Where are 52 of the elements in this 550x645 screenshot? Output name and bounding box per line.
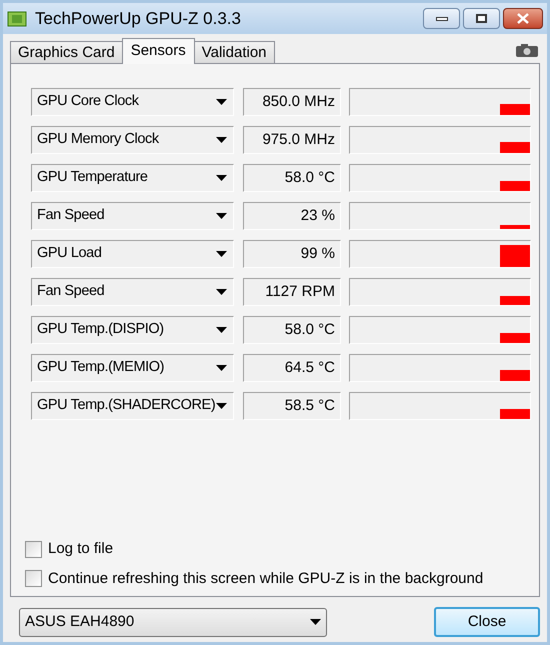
close-icon[interactable]	[503, 8, 543, 29]
window-title: TechPowerUp GPU-Z 0.3.3	[35, 8, 242, 30]
graph-bar	[500, 245, 530, 267]
sensor-reading: 1127 RPM	[243, 278, 341, 306]
sensor-dropdown[interactable]: GPU Core Clock	[31, 88, 234, 116]
sensor-reading: 99 %	[243, 240, 341, 268]
graph-bar	[500, 104, 530, 115]
caret-icon	[216, 175, 227, 181]
tab[interactable]: Validation	[194, 41, 275, 63]
caret-icon	[216, 403, 227, 409]
sensor-reading: 23 %	[243, 202, 341, 230]
graph-bar	[500, 333, 530, 343]
graph-bar	[500, 181, 530, 191]
sensor-dropdown[interactable]: Fan Speed	[31, 202, 234, 230]
caret-icon	[216, 137, 227, 143]
graph-bar	[500, 296, 530, 305]
sensor-dropdown[interactable]: GPU Temp.(DISPIO)	[31, 316, 234, 344]
checkbox[interactable]	[25, 570, 42, 588]
graph-bar	[500, 142, 530, 153]
sensor-dropdown[interactable]: GPU Load	[31, 240, 234, 268]
close-button[interactable]: Close	[434, 607, 540, 637]
checkbox-label: Log to file	[48, 539, 114, 559]
caret-icon	[216, 99, 227, 105]
minimize-button[interactable]	[423, 8, 460, 29]
tab[interactable]: Graphics Card	[10, 41, 123, 63]
chip-icon	[7, 10, 27, 26]
sensor-reading: 975.0 MHz	[243, 126, 341, 154]
graph-bar	[500, 370, 530, 381]
maximize-button[interactable]	[463, 8, 500, 29]
caret-icon	[216, 327, 227, 333]
caret-icon	[216, 213, 227, 219]
caret-icon	[216, 365, 227, 371]
tab[interactable]: Sensors	[122, 38, 195, 64]
sensor-reading: 58.5 °C	[243, 392, 341, 420]
sensor-reading: 850.0 MHz	[243, 88, 341, 116]
card-dropdown[interactable]: ASUS EAH4890	[19, 608, 327, 636]
sensor-dropdown[interactable]: GPU Temp.(MEMIO)	[31, 354, 234, 382]
checkbox-label: Continue refreshing this screen while GPU-Z is in the background	[48, 568, 484, 588]
graph-bar	[500, 225, 530, 229]
caret-icon	[216, 251, 227, 257]
sensor-dropdown[interactable]: GPU Memory Clock	[31, 126, 234, 154]
camera-icon[interactable]	[516, 44, 538, 57]
sensor-reading: 58.0 °C	[243, 164, 341, 192]
caret-icon	[216, 289, 227, 295]
sensor-reading: 58.0 °C	[243, 316, 341, 344]
checkbox[interactable]	[25, 540, 42, 558]
graph-bar	[500, 409, 530, 419]
sensor-dropdown[interactable]: GPU Temp.(SHADERCORE)	[31, 392, 234, 420]
sensor-reading: 64.5 °C	[243, 354, 341, 382]
caret-icon	[310, 619, 321, 625]
sensor-dropdown[interactable]: Fan Speed	[31, 278, 234, 306]
sensor-dropdown[interactable]: GPU Temperature	[31, 164, 234, 192]
